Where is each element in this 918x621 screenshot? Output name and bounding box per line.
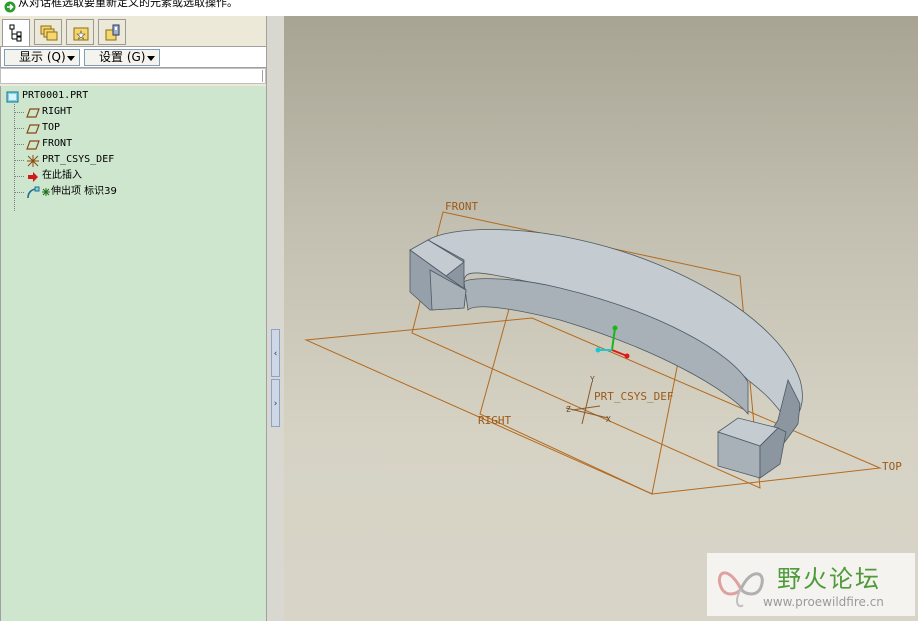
tree-item-label: RIGHT: [42, 106, 73, 117]
tree-connector: [14, 128, 24, 129]
message-text: 从对话框选取要重新定义的元素或选取操作。: [18, 0, 238, 9]
tree-connector: [14, 192, 24, 193]
csys-x-label: X: [606, 415, 611, 424]
navigator-panel: 显示 (Q) 设置 (G) PRT0001.PRT RIGHT TOP FRON…: [0, 16, 270, 621]
expand-right-handle[interactable]: ›: [271, 379, 280, 427]
favorites-icon: [73, 27, 89, 41]
part-icon: [6, 91, 19, 103]
csys-label: PRT_CSYS_DEF: [594, 390, 673, 403]
connections-icon: [105, 24, 120, 41]
front-datum-label: FRONT: [445, 200, 478, 213]
message-bar: 从对话框选取要重新定义的元素或选取操作。: [0, 0, 918, 16]
csys-z-label: Z: [566, 405, 571, 414]
folder-browser-icon: [40, 25, 58, 41]
butterfly-logo-icon: [718, 571, 764, 608]
graphics-viewport[interactable]: FRONT RIGHT TOP PRT_CSYS_DEF X Y Z: [284, 16, 918, 621]
message-arrow-icon: [4, 1, 16, 13]
navigator-toolbar: 显示 (Q) 设置 (G): [0, 46, 268, 68]
tree-connector: [14, 104, 15, 211]
tree-item-label: 伸出项 标识39: [51, 186, 117, 197]
model-scene: FRONT RIGHT TOP PRT_CSYS_DEF X Y Z: [304, 200, 902, 495]
tab-favorites[interactable]: [66, 19, 94, 45]
watermark-title: 野火论坛: [777, 565, 881, 593]
panel-splitter[interactable]: ‹ ›: [266, 16, 284, 621]
tree-column-header: [0, 68, 266, 84]
settings-dropdown[interactable]: 设置 (G): [84, 49, 160, 66]
column-resize-grip[interactable]: [262, 70, 263, 82]
datum-plane-icon: [26, 124, 40, 134]
model-tree: PRT0001.PRT RIGHT TOP FRONT PRT_CSYS_DEF: [0, 86, 266, 621]
datum-plane-icon: [26, 108, 40, 118]
insert-arrow-icon: [28, 172, 38, 182]
part-body: [409, 229, 803, 479]
right-datum-label: RIGHT: [478, 414, 511, 427]
tree-connector: [14, 144, 24, 145]
watermark-url: www.proewildfire.cn: [763, 595, 884, 609]
csys-icon: [27, 155, 39, 167]
tree-item-label: 在此插入: [42, 170, 82, 181]
tab-connections[interactable]: [98, 19, 126, 45]
tree-item-label: PRT0001.PRT: [22, 90, 89, 101]
tab-model-tree[interactable]: [2, 19, 30, 47]
show-dropdown-label: 显示 (Q): [19, 50, 66, 64]
csys-y-label: Y: [590, 375, 595, 384]
tree-item-label: TOP: [42, 122, 61, 133]
chevron-down-icon: [147, 56, 155, 61]
settings-dropdown-label: 设置 (G): [99, 50, 146, 64]
show-dropdown[interactable]: 显示 (Q): [4, 49, 80, 66]
tree-connector: [14, 176, 24, 177]
tree-connector: [14, 112, 24, 113]
tab-folder-browser[interactable]: [34, 19, 62, 45]
collapse-left-handle[interactable]: ‹: [271, 329, 280, 377]
navigator-tabs: [0, 16, 270, 47]
tree-connector: [14, 160, 24, 161]
datum-plane-icon: [26, 140, 40, 150]
top-datum-label: TOP: [882, 460, 902, 473]
protrusion-icon: [27, 186, 40, 199]
chevron-down-icon: [67, 56, 75, 61]
tree-item-label: FRONT: [42, 138, 73, 149]
watermark: 野火论坛 www.proewildfire.cn: [707, 553, 915, 616]
model-tree-icon: [9, 24, 22, 42]
regenerate-star-icon: [42, 188, 50, 196]
tree-item-label: PRT_CSYS_DEF: [42, 154, 115, 165]
